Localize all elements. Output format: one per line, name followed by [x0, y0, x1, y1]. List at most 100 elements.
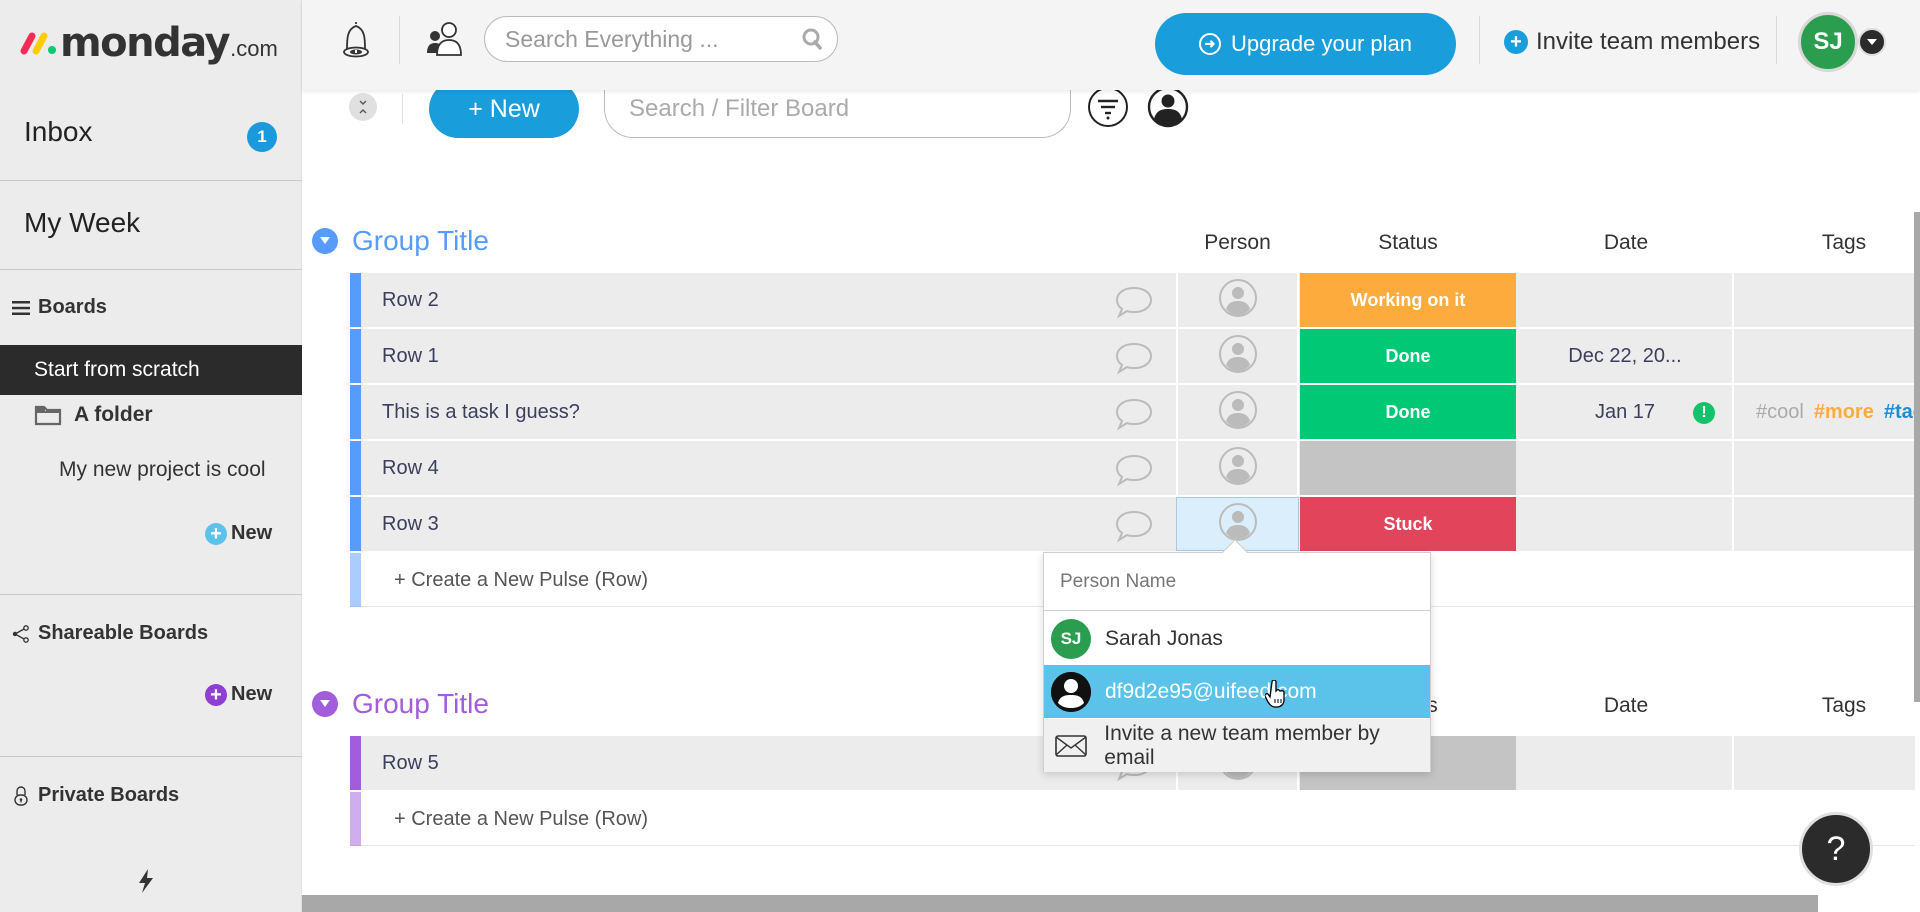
- column-header-tags[interactable]: Tags: [1736, 694, 1920, 718]
- team-icon[interactable]: [424, 18, 466, 60]
- user-avatar[interactable]: SJ: [1798, 12, 1858, 72]
- envelope-icon: [1051, 734, 1090, 757]
- invite-team-members-button[interactable]: + Invite team members: [1504, 22, 1760, 62]
- date-cell[interactable]: [1518, 736, 1734, 790]
- group-title[interactable]: Group Title: [352, 225, 489, 257]
- group-collapse-toggle-icon[interactable]: [312, 228, 338, 254]
- status-cell[interactable]: [1300, 441, 1516, 495]
- date-cell[interactable]: [1518, 497, 1734, 551]
- filter-icon[interactable]: [1087, 86, 1129, 128]
- status-cell[interactable]: Done: [1300, 329, 1516, 383]
- sidebar-section-private-boards[interactable]: Private Boards: [10, 784, 179, 807]
- row-name[interactable]: Row 1: [382, 329, 439, 383]
- group-collapse-toggle-icon[interactable]: [312, 691, 338, 717]
- horizontal-scrollbar[interactable]: [302, 895, 1818, 912]
- create-new-row-label[interactable]: + Create a New Pulse (Row): [394, 792, 648, 846]
- bell-icon[interactable]: [338, 18, 374, 60]
- help-button[interactable]: ?: [1799, 812, 1873, 886]
- group-header[interactable]: Group Title: [312, 225, 489, 257]
- collapse-icon: [359, 100, 367, 114]
- row-name[interactable]: Row 3: [382, 497, 439, 551]
- row-name[interactable]: Row 5: [382, 736, 439, 790]
- date-cell[interactable]: [1518, 441, 1734, 495]
- invite-label: Invite team members: [1536, 28, 1761, 55]
- person-option-sarah-jonas[interactable]: SJ Sarah Jonas: [1044, 612, 1430, 665]
- create-new-row[interactable]: + Create a New Pulse (Row): [350, 792, 1915, 846]
- sidebar-item-inbox[interactable]: Inbox: [24, 116, 93, 148]
- logo-mark-icon: [20, 32, 56, 55]
- person-cell[interactable]: [1176, 441, 1299, 495]
- person-placeholder-icon: [1218, 334, 1258, 379]
- sidebar-board-my-new-project[interactable]: My new project is cool: [59, 458, 266, 482]
- person-name-input[interactable]: Person Name: [1044, 553, 1430, 611]
- tag[interactable]: #tags: [1884, 401, 1915, 424]
- sidebar-board-start-from-scratch[interactable]: Start from scratch: [0, 345, 302, 395]
- row-name[interactable]: This is a task I guess?: [382, 385, 580, 439]
- person-cell[interactable]: [1176, 329, 1299, 383]
- table-row[interactable]: Row 4: [350, 441, 1915, 495]
- status-cell[interactable]: Done: [1300, 385, 1516, 439]
- boards-new-label: New: [231, 522, 273, 544]
- column-header-date[interactable]: Date: [1518, 231, 1734, 255]
- sidebar-section-boards[interactable]: Boards: [10, 296, 107, 319]
- upgrade-plan-button[interactable]: ➜ Upgrade your plan: [1155, 13, 1456, 75]
- column-header-tags[interactable]: Tags: [1736, 231, 1920, 255]
- comment-icon[interactable]: [1114, 453, 1154, 492]
- group-title[interactable]: Group Title: [352, 688, 489, 720]
- status-cell[interactable]: Working on it: [1300, 273, 1516, 327]
- tag[interactable]: #cool: [1756, 401, 1804, 424]
- comment-icon[interactable]: [1114, 285, 1154, 324]
- column-header-person[interactable]: Person: [1176, 231, 1299, 255]
- status-cell[interactable]: Stuck: [1300, 497, 1516, 551]
- chevron-down-icon[interactable]: [1858, 28, 1886, 56]
- tags-cell[interactable]: [1736, 441, 1915, 495]
- group-header[interactable]: Group Title: [312, 688, 489, 720]
- table-row[interactable]: Row 3 Stuck: [350, 497, 1915, 551]
- comment-icon[interactable]: [1114, 397, 1154, 436]
- row-name[interactable]: Row 2: [382, 273, 439, 327]
- logo-suffix: .com: [230, 36, 278, 61]
- table-row[interactable]: Row 1 Done Dec 22, 20...: [350, 329, 1915, 383]
- vertical-scrollbar[interactable]: [1914, 212, 1920, 702]
- table-row[interactable]: This is a task I guess? Done Jan 17! #cool #…: [350, 385, 1915, 439]
- share-icon: [10, 624, 32, 643]
- invite-by-email-option[interactable]: Invite a new team member by email: [1044, 719, 1430, 772]
- date-cell[interactable]: Dec 22, 20...: [1518, 329, 1734, 383]
- tag[interactable]: #more: [1814, 401, 1874, 424]
- person-cell[interactable]: [1176, 385, 1299, 439]
- column-header-status[interactable]: Status: [1300, 231, 1516, 255]
- lock-icon: [10, 785, 32, 806]
- monday-logo[interactable]: monday .com: [20, 18, 278, 68]
- tags-cell[interactable]: [1736, 736, 1915, 790]
- date-cell[interactable]: [1518, 273, 1734, 327]
- tags-cell[interactable]: [1736, 497, 1915, 551]
- tags-cell[interactable]: #cool #more #tags: [1736, 385, 1915, 439]
- shareable-new-button[interactable]: + New: [205, 683, 272, 706]
- person-placeholder-icon: [1218, 278, 1258, 323]
- row-name[interactable]: Row 4: [382, 441, 439, 495]
- comment-icon[interactable]: [1114, 509, 1154, 548]
- boards-new-button[interactable]: + New: [205, 522, 272, 545]
- global-search-placeholder: Search Everything ...: [505, 25, 719, 52]
- person-filter-icon[interactable]: [1147, 86, 1189, 128]
- sidebar-item-my-week[interactable]: My Week: [24, 207, 140, 239]
- lightning-icon[interactable]: [136, 868, 156, 899]
- alert-icon: !: [1693, 402, 1715, 424]
- collapse-header-button[interactable]: [349, 93, 377, 121]
- person-cell[interactable]: [1176, 273, 1299, 327]
- comment-icon[interactable]: [1114, 341, 1154, 380]
- divider: [399, 16, 400, 64]
- divider: [0, 269, 302, 270]
- sidebar-section-shareable-boards[interactable]: Shareable Boards: [10, 622, 208, 645]
- create-new-row-label[interactable]: + Create a New Pulse (Row): [394, 553, 648, 607]
- search-icon[interactable]: [801, 27, 823, 57]
- option-label: Sarah Jonas: [1105, 626, 1223, 650]
- divider: [0, 756, 302, 757]
- column-header-date[interactable]: Date: [1518, 694, 1734, 718]
- person-option-email-user[interactable]: df9d2e95@uifeed.com: [1044, 665, 1430, 718]
- tags-cell[interactable]: [1736, 329, 1915, 383]
- table-row[interactable]: Row 2 Working on it: [350, 273, 1915, 327]
- sidebar-folder[interactable]: A folder: [34, 403, 153, 427]
- tags-cell[interactable]: [1736, 273, 1915, 327]
- global-search-input[interactable]: Search Everything ...: [484, 16, 838, 62]
